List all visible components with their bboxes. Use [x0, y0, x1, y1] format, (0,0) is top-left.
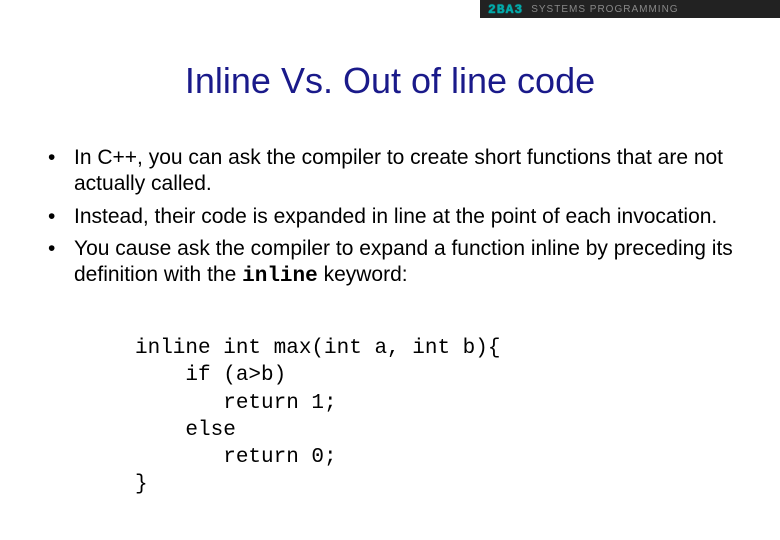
slide-title: Inline Vs. Out of line code — [0, 60, 780, 102]
bullet-text: Instead, their code is expanded in line … — [74, 205, 717, 228]
list-item: Instead, their code is expanded in line … — [48, 204, 740, 232]
bullet-text: In C++, you can ask the compiler to crea… — [74, 146, 723, 195]
bullet-keyword: inline — [242, 265, 318, 288]
list-item: You cause ask the compiler to expand a f… — [48, 236, 740, 291]
header-bar: 2BA3 Systems Programming — [480, 0, 780, 18]
header-course-title: Systems Programming — [531, 4, 678, 15]
bullet-text-post: keyword: — [318, 263, 408, 286]
code-block: inline int max(int a, int b){ if (a>b) r… — [135, 335, 500, 499]
header-course-code: 2BA3 — [488, 2, 523, 17]
list-item: In C++, you can ask the compiler to crea… — [48, 145, 740, 200]
bullet-list: In C++, you can ask the compiler to crea… — [48, 145, 740, 294]
